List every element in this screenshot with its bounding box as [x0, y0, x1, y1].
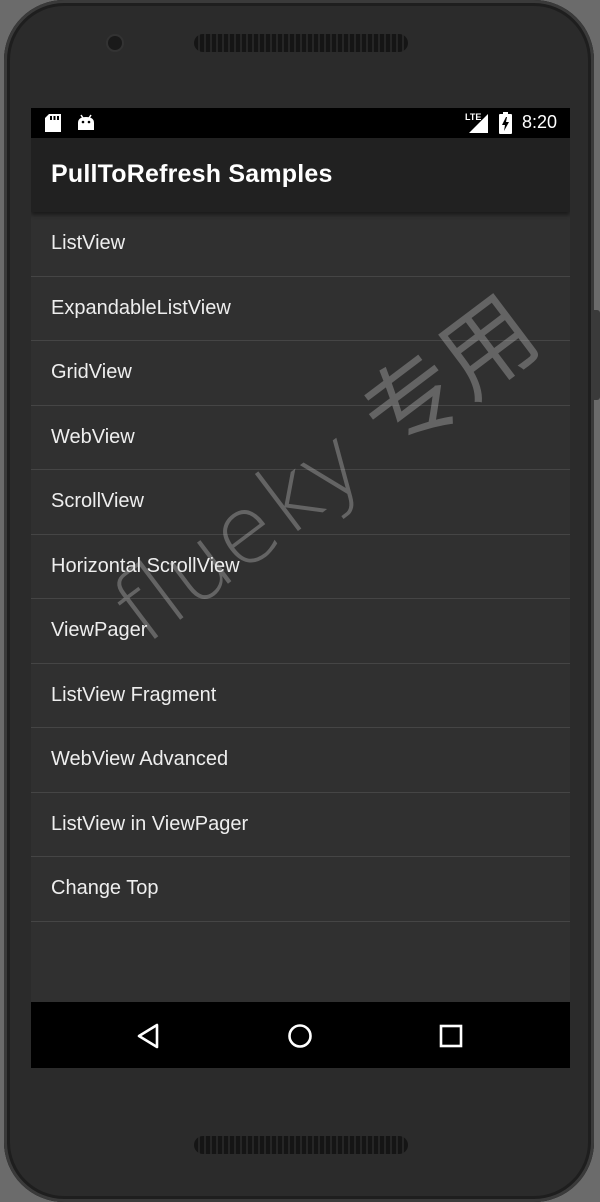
- samples-list: ListView ExpandableListView GridView Web…: [31, 212, 570, 922]
- phone-frame: LTE 8:20 PullToRefresh Samples ListView …: [4, 0, 600, 1202]
- list-item-listview[interactable]: ListView: [31, 212, 570, 277]
- android-icon: [78, 114, 94, 130]
- status-bar: LTE 8:20: [31, 108, 570, 138]
- list-item-label: ListView: [51, 232, 126, 254]
- list-item-label: WebView Advanced: [51, 748, 229, 770]
- list-item-label: ExpandableListView: [51, 296, 231, 319]
- list-item-label: ListView in ViewPager: [51, 812, 249, 835]
- list-item-gridview[interactable]: GridView: [31, 341, 570, 406]
- back-icon[interactable]: [131, 1018, 167, 1054]
- battery-charging-icon: [499, 112, 512, 134]
- clock: 8:20: [521, 112, 557, 132]
- power-button[interactable]: [594, 310, 600, 400]
- list-item-viewpager[interactable]: ViewPager: [31, 599, 570, 664]
- sd-card-icon: [45, 114, 61, 132]
- list-item-label: ViewPager: [51, 619, 148, 641]
- list-item-change-top[interactable]: Change Top: [31, 857, 570, 922]
- recents-icon[interactable]: [433, 1018, 469, 1054]
- list-item-scrollview[interactable]: ScrollView: [31, 470, 570, 535]
- bottom-speaker-grille: [194, 1136, 408, 1154]
- list-item-label: Horizontal ScrollView: [51, 554, 240, 577]
- screen: LTE 8:20 PullToRefresh Samples ListView …: [31, 108, 570, 1068]
- list-item-listview-in-viewpager[interactable]: ListView in ViewPager: [31, 793, 570, 857]
- page-title: PullToRefresh Samples: [51, 160, 333, 188]
- list-item-webview-advanced[interactable]: WebView Advanced: [31, 728, 570, 793]
- list-item-listview-fragment[interactable]: ListView Fragment: [31, 664, 570, 728]
- list-item-webview[interactable]: WebView: [31, 406, 570, 470]
- list-item-horizontal-scrollview[interactable]: Horizontal ScrollView: [31, 535, 570, 599]
- top-speaker-grille: [194, 34, 408, 52]
- list-item-label: WebView: [51, 425, 135, 448]
- list-item-label: ScrollView: [51, 490, 144, 512]
- list-item-label: Change Top: [51, 877, 159, 899]
- list-item-label: GridView: [51, 361, 132, 383]
- front-camera: [108, 36, 122, 50]
- app-bar: PullToRefresh Samples: [31, 138, 570, 212]
- navigation-bar: [31, 1002, 570, 1068]
- list-item-label: ListView Fragment: [51, 683, 217, 706]
- home-icon[interactable]: [282, 1018, 318, 1054]
- list-item-expandablelistview[interactable]: ExpandableListView: [31, 277, 570, 341]
- network-type-label: LTE: [465, 112, 482, 122]
